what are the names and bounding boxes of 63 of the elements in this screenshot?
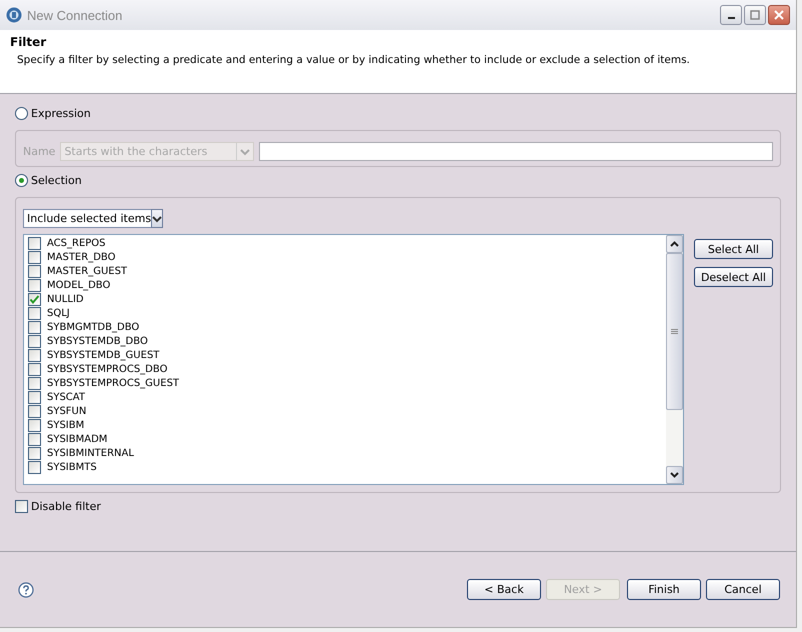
checkbox[interactable] <box>28 250 41 264</box>
minimize-icon <box>728 17 734 19</box>
window-title: New Connection <box>27 8 122 22</box>
caret-icon <box>152 214 162 222</box>
grip-icon <box>670 328 678 334</box>
close-button[interactable] <box>768 5 790 25</box>
back-button[interactable]: < Back <box>467 579 541 600</box>
list-item[interactable]: SYBSYSTEMDB_DBO <box>47 336 148 346</box>
list-item[interactable]: SYSIBMINTERNAL <box>47 448 134 458</box>
checkbox[interactable] <box>28 390 41 404</box>
checkbox[interactable] <box>28 362 41 376</box>
page-description: Specify a filter by selecting a predicate and entering a value or by indicating whether to include or exclude a selection of items. <box>16 54 691 66</box>
maximize-icon <box>750 10 760 20</box>
list-item[interactable]: SYBSYSTEMDB_GUEST <box>47 350 160 360</box>
checkbox[interactable] <box>28 446 41 460</box>
list-item[interactable]: SYSIBM <box>47 420 84 430</box>
scrollbar[interactable] <box>666 235 683 484</box>
radio-label: Selection <box>31 174 82 186</box>
list-item[interactable]: SYSIBMTS <box>47 462 97 472</box>
checkbox[interactable] <box>28 236 41 250</box>
list-item[interactable]: SYSFUN <box>47 406 86 416</box>
select-all-button[interactable]: Select All <box>694 239 773 259</box>
cancel-button[interactable]: Cancel <box>706 579 780 600</box>
list-item[interactable]: SYBSYSTEMPROCS_GUEST <box>47 378 180 388</box>
checkbox[interactable] <box>28 418 41 432</box>
checkbox[interactable] <box>28 432 41 446</box>
list-item[interactable]: ACS_REPOS <box>47 238 106 248</box>
name-label: Name <box>23 145 56 158</box>
selection-radio[interactable] <box>15 174 28 186</box>
checkbox[interactable] <box>28 348 41 362</box>
list-item[interactable]: MODEL_DBO <box>47 280 110 290</box>
checkbox[interactable] <box>28 334 41 348</box>
list-item[interactable]: SYSIBMADM <box>47 434 108 444</box>
deselect-all-button[interactable]: Deselect All <box>694 267 773 287</box>
list-item[interactable]: MASTER_GUEST <box>47 266 128 276</box>
list-item[interactable]: SYSCAT <box>47 392 85 402</box>
scroll-down-icon <box>670 472 679 478</box>
help-icon[interactable] <box>18 582 34 598</box>
value-field[interactable] <box>259 142 773 161</box>
include-dropdown[interactable]: Include selected items <box>23 209 160 228</box>
page-title: Filter <box>10 35 48 49</box>
checkbox[interactable] <box>28 460 41 474</box>
app-icon <box>6 7 22 23</box>
checkbox[interactable] <box>28 320 41 334</box>
checkbox[interactable] <box>28 376 41 390</box>
checkbox[interactable] <box>28 264 41 278</box>
checkbox[interactable] <box>28 404 41 418</box>
checkbox[interactable] <box>28 292 41 306</box>
list-item[interactable]: SYBSYSTEMPROCS_DBO <box>47 364 168 374</box>
checkbox[interactable] <box>15 500 28 512</box>
finish-button[interactable]: Finish <box>627 579 701 600</box>
list-item[interactable]: NULLID <box>47 294 84 304</box>
list-item[interactable]: SQLJ <box>47 308 70 318</box>
checkbox[interactable] <box>28 306 41 320</box>
scroll-up-icon <box>670 241 679 247</box>
list-item[interactable]: MASTER_DBO <box>47 252 116 262</box>
list-item[interactable]: SYBMGMTDB_DBO <box>47 322 140 332</box>
checkbox[interactable] <box>28 278 41 292</box>
radio-label: Expression <box>31 106 91 120</box>
minimize-button[interactable] <box>720 5 742 25</box>
close-icon <box>774 10 784 20</box>
caret-icon <box>240 148 250 156</box>
checkbox-label: Disable filter <box>31 500 101 512</box>
